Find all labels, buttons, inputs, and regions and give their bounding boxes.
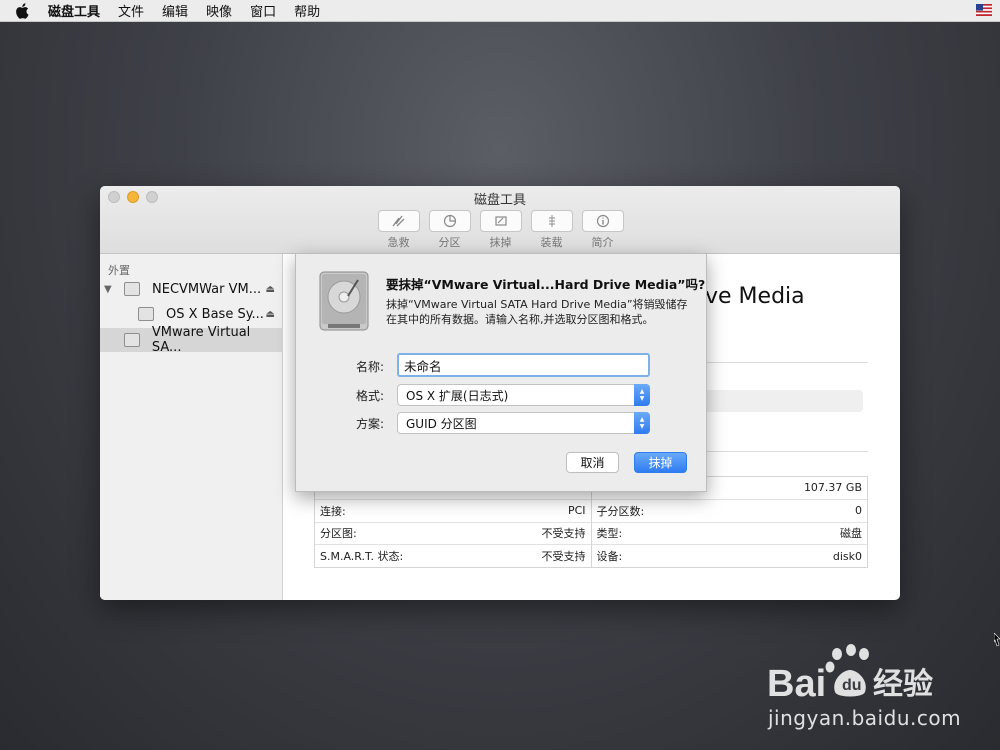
scheme-label: 方案: (355, 417, 384, 431)
toolbar-label: 分区 (438, 236, 461, 249)
partition-icon (443, 214, 456, 228)
info-label: S.M.A.R.T. 状态: (320, 550, 404, 564)
svg-text:Bai: Bai (767, 663, 826, 705)
info-label: 子分区数: (596, 504, 645, 518)
erase-button[interactable]: 抹掉 (634, 452, 687, 473)
sheet-title: 要抹掉“VMware Virtual...Hard Drive Media”吗? (386, 277, 706, 292)
name-field[interactable] (397, 353, 650, 377)
us-flag-icon[interactable] (976, 4, 992, 16)
hard-drive-icon (319, 271, 369, 331)
menu-window[interactable]: 窗口 (250, 1, 276, 20)
external-disk-icon (124, 333, 140, 347)
select-arrows-icon: ▲ ▼ (634, 384, 650, 406)
mount-icon (548, 215, 555, 227)
eject-icon[interactable]: ⏏ (266, 284, 275, 295)
watermark-url: jingyan.baidu.com (768, 706, 962, 730)
scheme-select-value: GUID 分区图 (406, 416, 477, 431)
info-label: 连接: (320, 504, 346, 518)
first-aid-icon (391, 215, 404, 227)
capacity-bar (705, 390, 863, 412)
menu-image[interactable]: 映像 (206, 1, 232, 20)
info-value: 磁盘 (840, 527, 862, 541)
info-row: 连接: PCI (315, 498, 591, 522)
info-row: 分区图: 不受支持 (315, 521, 591, 545)
window-title: 磁盘工具 (473, 193, 526, 208)
menubar: 磁盘工具 文件 编辑 映像 窗口 帮助 (0, 0, 1000, 22)
format-select-value: OS X 扩展(日志式) (406, 388, 509, 403)
name-label: 名称: (355, 360, 384, 374)
external-disk-icon (124, 282, 140, 296)
info-value: 0 (855, 504, 862, 518)
info-value: 不受支持 (541, 550, 586, 564)
toolbar-mount[interactable]: 装载 (530, 210, 573, 250)
format-select[interactable]: OS X 扩展(日志式) ▲ ▼ (397, 384, 650, 406)
divider (705, 451, 868, 452)
info-row: S.M.A.R.T. 状态: 不受支持 (315, 544, 591, 567)
toolbar-erase[interactable]: 抹掉 (479, 210, 522, 250)
menu-help[interactable]: 帮助 (294, 1, 320, 20)
mouse-cursor-icon (994, 633, 1000, 647)
erase-icon (494, 216, 507, 226)
volume-icon (138, 307, 154, 321)
eject-icon[interactable]: ⏏ (266, 309, 275, 320)
sidebar: 外置 ▼ NECVMWar VM... ⏏ OS X Base Sy... ⏏ … (100, 254, 283, 600)
select-arrows-icon: ▲ ▼ (634, 412, 650, 434)
info-label: 设备: (596, 550, 623, 564)
sidebar-item-vmware-virtual[interactable]: VMware Virtual SA... (100, 325, 283, 355)
toolbar-partition[interactable]: 分区 (428, 210, 471, 250)
menu-edit[interactable]: 编辑 (162, 1, 188, 20)
info-row: 子分区数: 0 (591, 498, 867, 522)
info-label: 类型: (596, 527, 623, 541)
toolbar: 急救 分区 抹掉 装载 简介 (377, 210, 632, 250)
sidebar-item-necvmwar[interactable]: ▼ NECVMWar VM... ⏏ (100, 277, 283, 301)
toolbar-info[interactable]: 简介 (581, 210, 624, 250)
sidebar-section-external: 外置 (108, 264, 130, 277)
toolbar-label: 简介 (591, 236, 614, 249)
svg-text:经验: 经验 (873, 667, 933, 702)
sidebar-item-label: OS X Base Sy... (166, 306, 264, 322)
toolbar-first-aid[interactable]: 急救 (377, 210, 420, 250)
sidebar-item-label: NECVMWar VM... (152, 281, 262, 297)
info-value: PCI (567, 504, 586, 518)
scheme-select[interactable]: GUID 分区图 ▲ ▼ (397, 412, 650, 434)
toolbar-label: 急救 (387, 236, 410, 249)
info-icon (596, 214, 609, 228)
toolbar-label: 装载 (540, 236, 563, 249)
menu-file[interactable]: 文件 (118, 1, 144, 20)
cancel-button[interactable]: 取消 (566, 452, 619, 473)
info-row: 设备: disk0 (591, 544, 867, 567)
info-value: 107.37 GB (803, 481, 862, 495)
toolbar-label: 抹掉 (489, 236, 512, 249)
divider (705, 362, 868, 363)
format-label: 格式: (355, 389, 384, 403)
sidebar-item-label: VMware Virtual SA... (151, 325, 251, 355)
apple-menu-icon[interactable] (16, 2, 34, 20)
info-row: 类型: 磁盘 (591, 521, 867, 545)
sheet-description: 抹掉“VMware Virtual SATA Hard Drive Media”… (386, 298, 688, 326)
svg-text:du: du (842, 677, 862, 694)
menu-app-name[interactable]: 磁盘工具 (48, 1, 100, 20)
disclosure-triangle-icon[interactable]: ▼ (104, 284, 114, 295)
info-value: 不受支持 (541, 527, 586, 541)
sidebar-item-os-x-base[interactable]: OS X Base Sy... ⏏ (100, 302, 283, 326)
titlebar: 磁盘工具 急救 分区 抹掉 装载 简介 (100, 186, 900, 254)
erase-sheet: 要抹掉“VMware Virtual...Hard Drive Media”吗?… (295, 253, 707, 492)
info-value: disk0 (832, 549, 862, 563)
info-label: 分区图: (320, 527, 357, 541)
disk-title: ve Media (705, 284, 805, 309)
